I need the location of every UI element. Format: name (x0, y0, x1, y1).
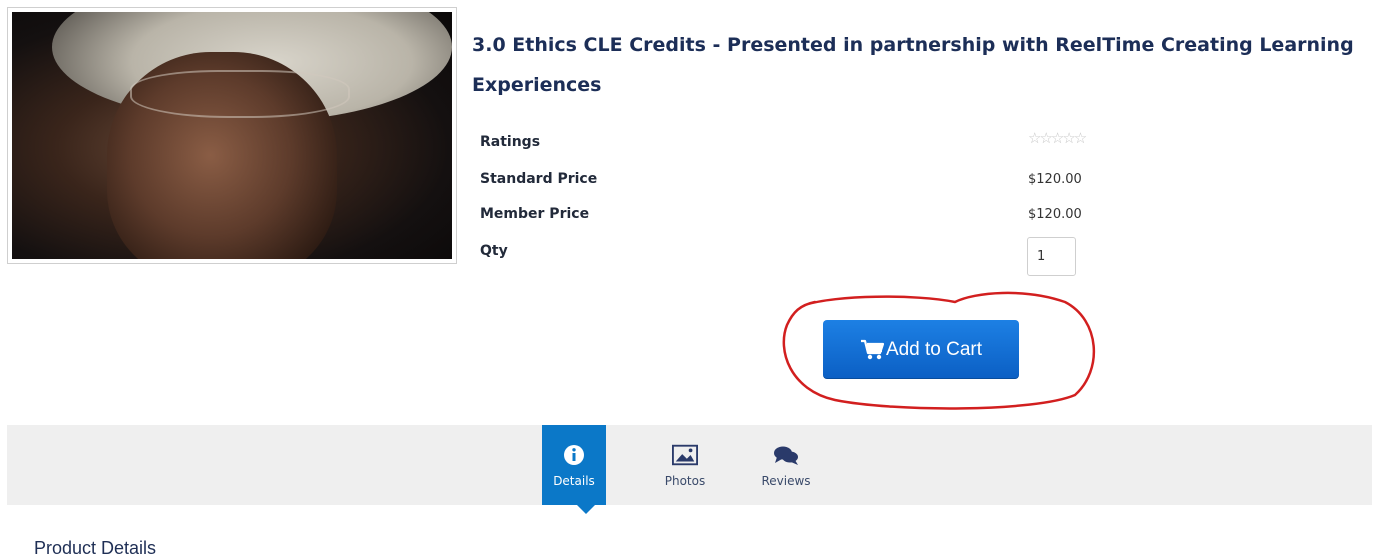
add-to-cart-button[interactable]: Add to Cart (823, 320, 1019, 379)
add-to-cart-label: Add to Cart (885, 338, 983, 360)
tab-details-label: Details (553, 474, 595, 488)
image-icon (672, 442, 698, 468)
tab-reviews[interactable]: Reviews (754, 425, 818, 505)
product-photo (12, 12, 452, 259)
standard-price-label: Standard Price (480, 171, 598, 187)
rating-stars[interactable]: ☆☆☆☆☆ (1028, 129, 1087, 147)
comments-icon (773, 442, 799, 468)
product-title-line-1: 3.0 Ethics CLE Credits - Presented in pa… (472, 34, 1354, 56)
standard-price-value: $120.00 (1028, 172, 1082, 187)
qty-label: Qty (480, 243, 508, 259)
product-title-line-2: Experiences (472, 74, 602, 96)
tab-reviews-label: Reviews (761, 474, 811, 488)
member-price-label: Member Price (480, 206, 590, 222)
product-title: 3.0 Ethics CLE Credits - Presented in pa… (472, 25, 1372, 105)
tab-photos[interactable]: Photos (653, 425, 717, 505)
product-image (7, 7, 457, 264)
qty-input[interactable] (1027, 237, 1076, 276)
tab-details[interactable]: Details (542, 425, 606, 505)
info-icon (561, 442, 587, 468)
section-heading: Product Details (34, 538, 157, 558)
member-price-value: $120.00 (1028, 207, 1082, 222)
active-tab-pointer (577, 505, 595, 514)
cart-icon (860, 339, 884, 359)
ratings-label: Ratings (480, 134, 541, 150)
tab-photos-label: Photos (664, 474, 706, 488)
